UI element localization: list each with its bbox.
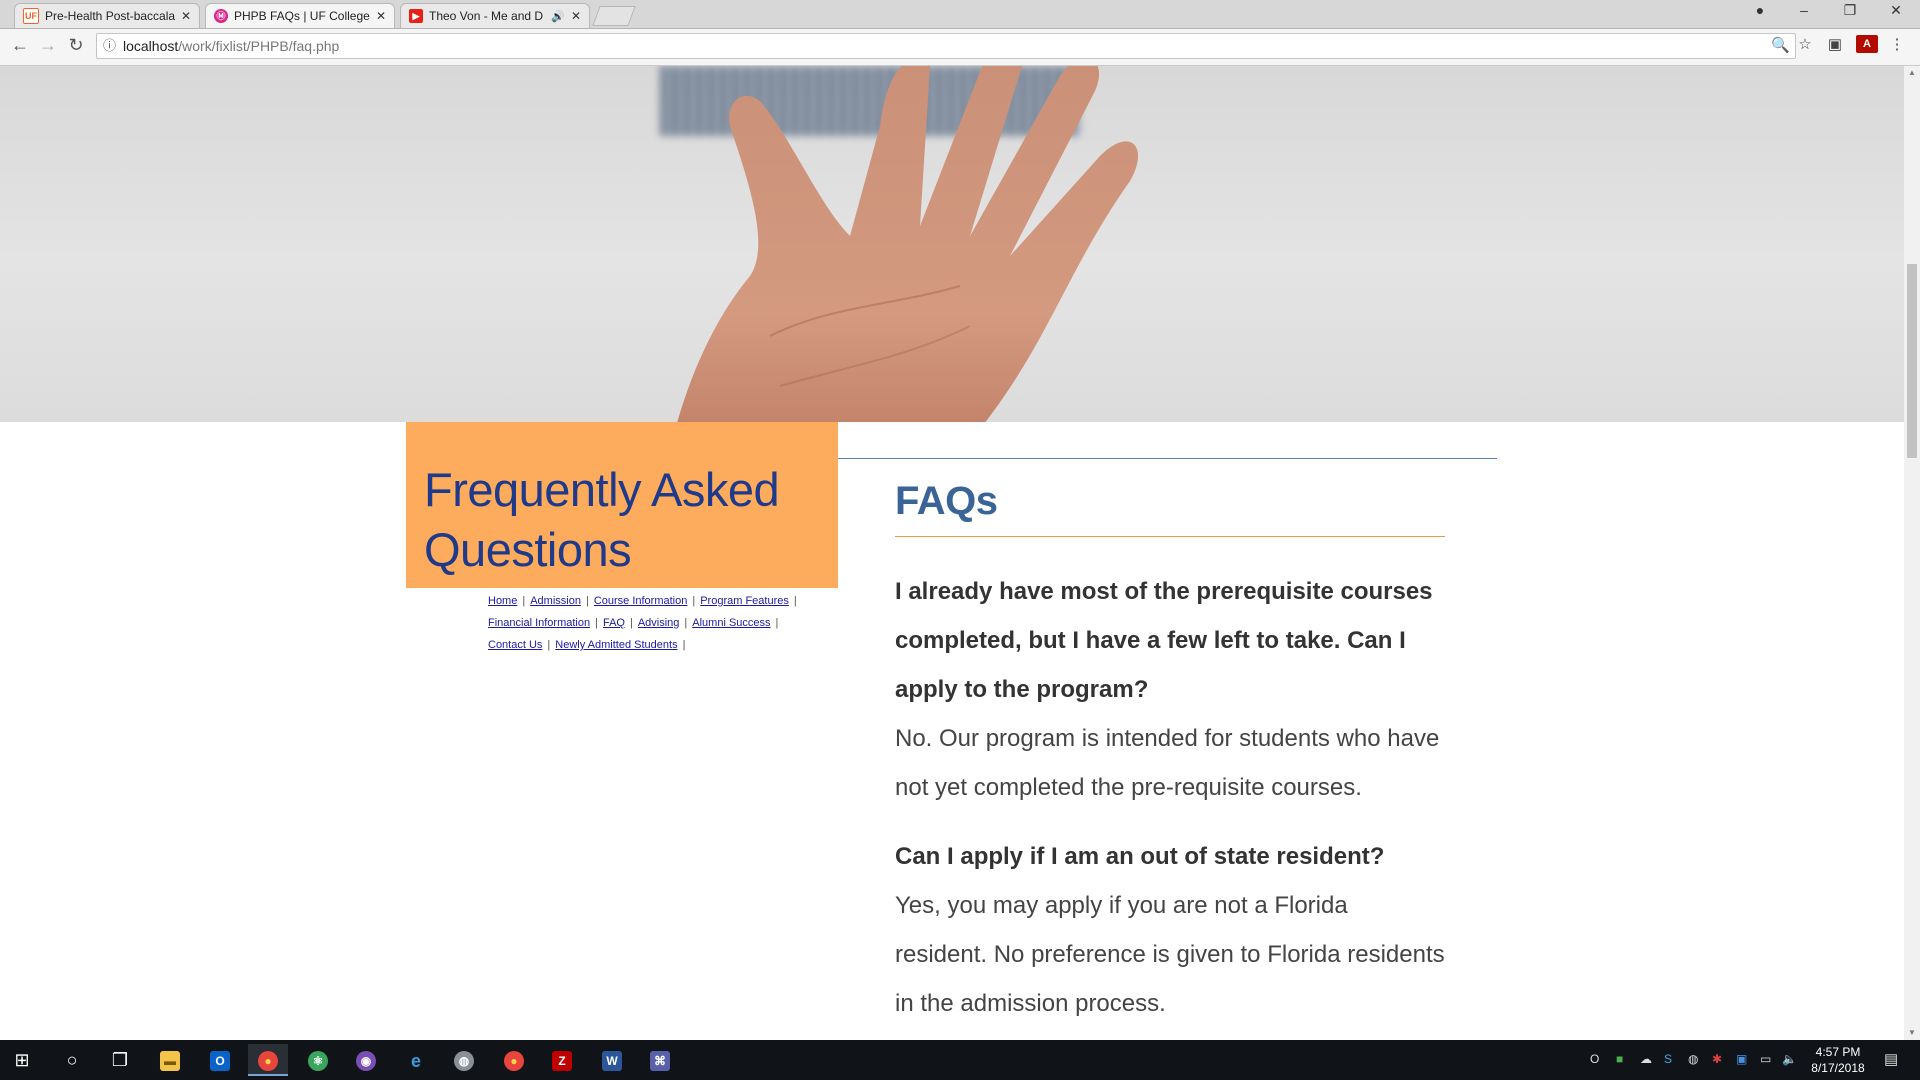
scroll-down-arrow-icon[interactable]: ▼	[1908, 1028, 1916, 1037]
separator: |	[522, 595, 526, 607]
page-heading: Frequently Asked Questions	[424, 463, 780, 576]
action-center-icon[interactable]: ▤	[1884, 1050, 1898, 1068]
tray-blue-icon[interactable]: ▣	[1736, 1052, 1747, 1066]
forward-arrow-icon[interactable]: →	[36, 35, 60, 56]
adobe-pdf-icon[interactable]: A	[1856, 35, 1878, 53]
task-view-icon[interactable]: ❐	[100, 1044, 140, 1076]
subnav-faq[interactable]: FAQ	[603, 617, 625, 629]
faq-content: FAQs I already have most of the prerequi…	[895, 466, 1445, 1028]
page-heading-box: Frequently Asked Questions	[406, 422, 838, 588]
windows-start-icon[interactable]: ⊞	[2, 1044, 42, 1076]
chrome-second-icon[interactable]: ●	[494, 1044, 534, 1076]
subnav-alumni-success[interactable]: Alumni Success	[692, 617, 770, 629]
system-clock[interactable]: 4:57 PM 8/17/2018	[1804, 1044, 1872, 1076]
tab-phpb-faqs[interactable]: Ⓜ PHPB FAQs | UF College o ✕	[205, 3, 395, 28]
separator: |	[684, 617, 688, 629]
youtube-favicon-icon: ▶	[409, 9, 423, 23]
close-window-button[interactable]: ✕	[1876, 2, 1916, 19]
tab-pre-health[interactable]: UF Pre-Health Post-baccalau ✕	[14, 3, 200, 28]
subnav-home[interactable]: Home	[488, 595, 517, 607]
tray-network-icon[interactable]: ▭	[1760, 1052, 1771, 1066]
section-subnav: Home | Admission | Course Information | Progra…	[488, 590, 828, 656]
scrollbar-thumb[interactable]	[1907, 264, 1917, 458]
separator: |	[682, 639, 686, 651]
minimize-button[interactable]: –	[1784, 2, 1824, 18]
open-hand-graphic	[677, 66, 1139, 422]
outlook-icon[interactable]: O	[200, 1044, 240, 1076]
college-favicon-icon: Ⓜ	[214, 9, 228, 23]
separator: |	[692, 595, 696, 607]
chrome-icon[interactable]: ●	[248, 1044, 288, 1076]
tray-skype-icon[interactable]: S	[1664, 1052, 1672, 1066]
extension-icon[interactable]: ▣	[1824, 35, 1846, 53]
url-path: /work/fixlist/PHPB/faq.php	[178, 38, 340, 54]
subnav-advising[interactable]: Advising	[638, 617, 680, 629]
tray-sync-icon[interactable]: ☁	[1640, 1052, 1652, 1066]
menu-dots-icon[interactable]: ⋮	[1886, 35, 1908, 53]
file-explorer-icon[interactable]: ▬	[150, 1044, 190, 1076]
profile-icon[interactable]: ●	[1740, 2, 1780, 18]
browser-toolbar: ← → ↻ ⓘ localhost/work/fixlist/PHPB/faq.…	[0, 29, 1920, 66]
separator: |	[629, 617, 633, 629]
reload-icon[interactable]: ↻	[64, 35, 88, 56]
subnav-contact-us[interactable]: Contact Us	[488, 639, 542, 651]
subnav-admission[interactable]: Admission	[530, 595, 581, 607]
purple-app-icon[interactable]: ◉	[346, 1044, 386, 1076]
url-text: localhost/work/fixlist/PHPB/faq.php	[123, 34, 339, 58]
address-bar[interactable]: ⓘ localhost/work/fixlist/PHPB/faq.php 🔍	[96, 33, 1796, 59]
faq-answer: No. Our program is intended for students…	[895, 725, 1440, 801]
hero-image-open-hand	[0, 66, 1904, 422]
faq-title: FAQs	[895, 479, 998, 523]
zoom-icon[interactable]: 🔍	[1771, 34, 1790, 58]
separator: |	[775, 617, 779, 629]
new-tab-button[interactable]	[592, 6, 636, 26]
url-host: localhost	[123, 38, 179, 54]
page-viewport: Frequently Asked Questions Home | Admissio…	[0, 66, 1904, 1040]
scroll-up-arrow-icon[interactable]: ▲	[1908, 68, 1916, 77]
tab-title: Theo Von - Me and D	[429, 9, 544, 23]
close-tab-icon[interactable]: ✕	[571, 9, 581, 23]
tab-strip: UF Pre-Health Post-baccalau ✕ Ⓜ PHPB FAQ…	[0, 0, 1920, 29]
subnav-newly-admitted-students[interactable]: Newly Admitted Students	[555, 639, 677, 651]
speaker-icon[interactable]: 🔊	[551, 10, 565, 23]
separator: |	[547, 639, 551, 651]
restore-button[interactable]: ❐	[1830, 2, 1870, 19]
atom-icon[interactable]: ⚛	[298, 1044, 338, 1076]
windows-taskbar: ⊞ ○ ❐ ▬ O ● ⚛ ◉ e ◍ ● Z W ⌘ O ■ ☁ S ◍ ✱ …	[0, 1040, 1920, 1080]
tray-red-icon[interactable]: ✱	[1712, 1052, 1722, 1066]
content-top-rule	[838, 458, 1497, 459]
faq-question: I already have most of the prerequisite …	[895, 578, 1433, 703]
back-arrow-icon[interactable]: ←	[8, 35, 32, 56]
vertical-scrollbar[interactable]: ▲ ▼	[1904, 66, 1920, 1040]
cortana-search-icon[interactable]: ○	[52, 1044, 92, 1076]
separator: |	[793, 595, 797, 607]
tray-outlook-icon[interactable]: O	[1590, 1052, 1599, 1066]
separator: |	[585, 595, 589, 607]
subnav-course-information[interactable]: Course Information	[594, 595, 688, 607]
info-icon[interactable]: ⓘ	[103, 34, 116, 58]
bookmark-star-icon[interactable]: ☆	[1794, 35, 1816, 53]
word-icon[interactable]: W	[592, 1044, 632, 1076]
network-app-icon[interactable]: ◍	[444, 1044, 484, 1076]
faq-title-underline	[895, 536, 1445, 537]
tab-theo-von[interactable]: ▶ Theo Von - Me and D 🔊 ✕	[400, 3, 590, 28]
clock-date: 8/17/2018	[1811, 1061, 1865, 1075]
subnav-program-features[interactable]: Program Features	[700, 595, 789, 607]
tray-globe-icon[interactable]: ◍	[1688, 1052, 1698, 1066]
tray-green-app-icon[interactable]: ■	[1616, 1052, 1623, 1066]
tray-volume-icon[interactable]: 🔈	[1782, 1052, 1797, 1066]
internet-explorer-icon[interactable]: e	[396, 1044, 436, 1076]
tab-title: Pre-Health Post-baccalau	[45, 9, 175, 23]
remote-app-icon[interactable]: ⌘	[640, 1044, 680, 1076]
clock-time: 4:57 PM	[1815, 1045, 1861, 1059]
tab-title: PHPB FAQs | UF College o	[234, 9, 370, 23]
filezilla-icon[interactable]: Z	[542, 1044, 582, 1076]
faq-question: Can I apply if I am an out of state resi…	[895, 843, 1385, 870]
close-tab-icon[interactable]: ✕	[181, 9, 191, 23]
uf-favicon-icon: UF	[23, 8, 39, 24]
close-tab-icon[interactable]: ✕	[376, 9, 386, 23]
separator: |	[595, 617, 598, 629]
faq-answer: Yes, you may apply if you are not a Flor…	[895, 892, 1445, 1017]
subnav-financial-information[interactable]: Financial Information	[488, 617, 590, 629]
